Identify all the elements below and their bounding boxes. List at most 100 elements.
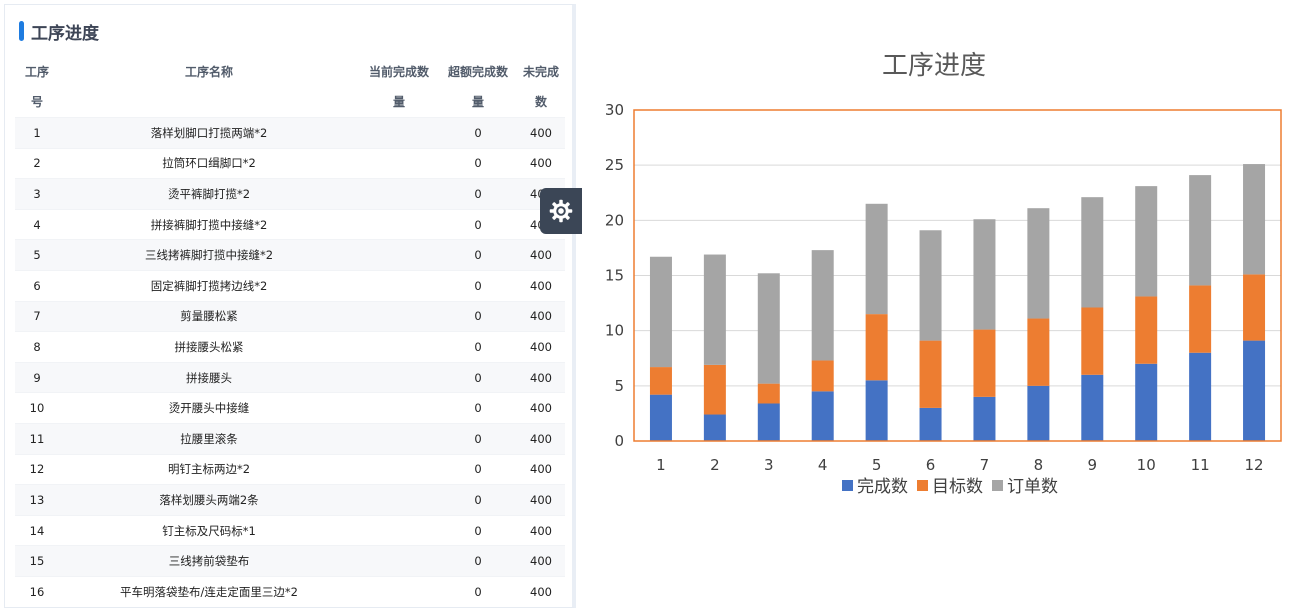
table-row[interactable]: 8 拼接腰头松紧 0 400 — [15, 331, 565, 363]
cell-current — [359, 208, 439, 240]
legend-swatch — [917, 480, 928, 491]
x-tick-label: 4 — [818, 456, 828, 474]
bar-segment — [919, 407, 942, 441]
col-header-over[interactable]: 超额完成数量 — [439, 57, 517, 118]
process-table: 工序号 工序名称 当前完成数量 超额完成数量 未完成数 1 落样划脚口打揽两端*2… — [15, 57, 565, 607]
col-header-current[interactable]: 当前完成数量 — [359, 57, 439, 118]
table-row[interactable]: 11 拉腰里滚条 0 400 — [15, 422, 565, 455]
cell-name: 拼接腰头 — [59, 361, 359, 393]
cell-no: 14 — [15, 514, 59, 546]
cell-current — [359, 514, 439, 546]
panel-title-text: 工序进度 — [31, 23, 99, 44]
bar-segment — [1081, 307, 1104, 375]
panel-title: 工序进度 — [19, 19, 99, 44]
x-tick-label: 3 — [764, 456, 774, 474]
cell-current — [359, 300, 439, 332]
table-row[interactable]: 7 剪量腰松紧 0 400 — [15, 300, 565, 332]
table-row[interactable]: 13 落样划腰头两端2条 0 400 — [15, 484, 565, 516]
table-row[interactable]: 9 拼接腰头 0 400 — [15, 361, 565, 393]
bar-segment — [865, 203, 888, 315]
cell-over: 0 — [439, 545, 517, 577]
y-tick-label: 20 — [605, 211, 624, 229]
bar-segment — [973, 396, 996, 441]
table-row[interactable]: 5 三线拷裤脚打揽中接缝*2 0 400 — [15, 239, 565, 271]
bar-segment — [865, 314, 888, 381]
cell-name: 落样划腰头两端2条 — [59, 484, 359, 516]
cell-current — [359, 484, 439, 516]
bar-segment — [1027, 208, 1050, 319]
table-row[interactable]: 16 平车明落袋垫布/连走定面里三边*2 0 400 — [15, 575, 565, 607]
cell-over: 0 — [439, 453, 517, 485]
bar-segment — [865, 380, 888, 441]
cell-unfinished: 400 — [517, 484, 565, 516]
bar-segment — [1243, 274, 1266, 341]
cell-no: 16 — [15, 575, 59, 607]
cell-unfinished: 400 — [517, 147, 565, 179]
x-tick-label: 1 — [656, 456, 666, 474]
bar-segment — [811, 250, 834, 361]
table-row[interactable]: 10 烫开腰头中接缝 0 400 — [15, 392, 565, 424]
cell-over: 0 — [439, 147, 517, 179]
bar-segment — [1081, 197, 1104, 308]
bar-segment — [1081, 374, 1104, 441]
table-row[interactable]: 3烫平裤脚打揽*20400 — [15, 178, 565, 210]
bar-segment — [1189, 175, 1212, 286]
chart-area: 工序进度 0 5 10 15 20 25 30 1 2 3 4 5 6 7 8 9 10 11 12 完成数 目标数 订单数 — [580, 0, 1292, 608]
col-header-unfinished[interactable]: 未完成数 — [517, 57, 565, 118]
table-row[interactable]: 6 固定裤脚打揽拷边线*2 0 400 — [15, 269, 565, 302]
table-row[interactable]: 12 明钉主标两边*2 0 400 — [15, 453, 565, 485]
cell-over: 0 — [439, 392, 517, 424]
cell-over: 0 — [439, 239, 517, 271]
cell-over: 0 — [439, 178, 517, 210]
bar-segment — [1243, 164, 1266, 275]
cell-current — [359, 422, 439, 455]
bar-segment — [703, 254, 726, 365]
cell-name: 落样划脚口打揽两端*2 — [59, 117, 359, 149]
bar-segment — [1135, 296, 1158, 364]
bar-segment — [649, 367, 672, 395]
bar-segment — [1027, 385, 1050, 441]
col-header-name[interactable]: 工序名称 — [59, 57, 359, 118]
cell-current — [359, 239, 439, 271]
cell-no: 1 — [15, 117, 59, 149]
cell-over: 0 — [439, 484, 517, 516]
bar-segment — [973, 329, 996, 397]
y-tick-label: 15 — [605, 267, 624, 285]
y-tick-label: 10 — [605, 322, 624, 340]
y-tick-label: 30 — [605, 101, 624, 119]
cell-name: 拉筒环口缉脚口*2 — [59, 147, 359, 179]
cell-over: 0 — [439, 331, 517, 363]
x-tick-label: 12 — [1244, 456, 1263, 474]
table-row[interactable]: 1 落样划脚口打揽两端*2 0 400 — [15, 117, 565, 149]
cell-unfinished: 400 — [517, 361, 565, 393]
cell-name: 三线拷裤脚打揽中接缝*2 — [59, 239, 359, 271]
cell-no: 11 — [15, 422, 59, 455]
bar-segment — [703, 414, 726, 441]
bar-segment — [649, 256, 672, 368]
chart-title: 工序进度 — [882, 51, 986, 81]
cell-no: 7 — [15, 300, 59, 332]
legend-label: 订单数 — [1007, 477, 1058, 497]
title-accent-bar — [19, 21, 24, 41]
col-header-no[interactable]: 工序号 — [15, 57, 59, 118]
x-tick-label: 10 — [1137, 456, 1156, 474]
table-row[interactable]: 14 钉主标及尺码标*1 0 400 — [15, 514, 565, 546]
legend-swatch — [992, 480, 1003, 491]
cell-name: 拉腰里滚条 — [59, 422, 359, 455]
cell-over: 0 — [439, 361, 517, 393]
cell-name: 烫平裤脚打揽*2 — [59, 178, 359, 210]
cell-unfinished: 400 — [517, 422, 565, 455]
settings-button[interactable] — [540, 188, 582, 234]
cell-over: 0 — [439, 575, 517, 607]
cell-current — [359, 361, 439, 393]
bar-segment — [973, 219, 996, 330]
table-row[interactable]: 4拼接裤脚打揽中接缝*20400 — [15, 208, 565, 240]
cell-current — [359, 147, 439, 179]
x-tick-label: 6 — [926, 456, 936, 474]
table-row[interactable]: 15 三线拷前袋垫布 0 400 — [15, 545, 565, 577]
cell-current — [359, 331, 439, 363]
cell-name: 钉主标及尺码标*1 — [59, 514, 359, 546]
bar-segment — [1243, 340, 1266, 441]
bar-segment — [757, 403, 780, 441]
table-row[interactable]: 2 拉筒环口缉脚口*2 0 400 — [15, 147, 565, 179]
